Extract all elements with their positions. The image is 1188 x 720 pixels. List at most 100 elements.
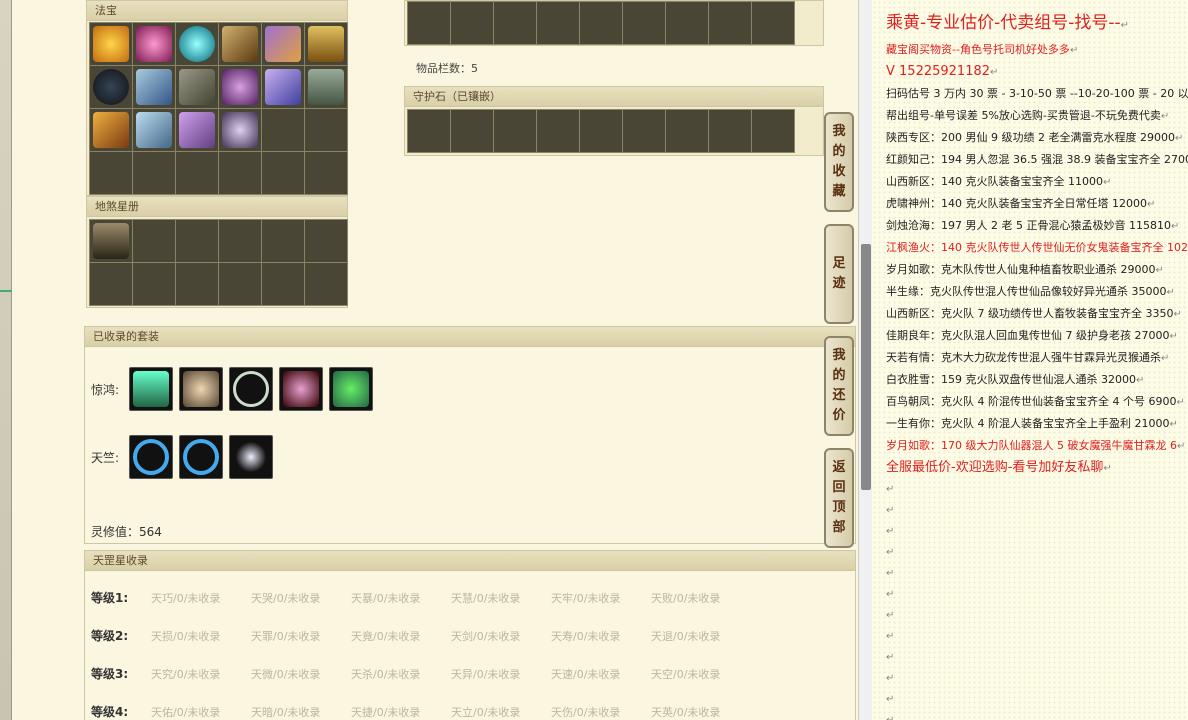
game-panel: 法宝 地煞星册 物品栏数：5 守护石（已镶嵌） 已收录的套装 惊鸿: 天竺: 灵… (12, 0, 858, 720)
seller-listing-line: 半生缘：克火队传世混人传世仙品像较好异光通杀 35000↵ (886, 285, 1175, 298)
tiangang-star-item: 天异/0/未收录 (451, 667, 521, 681)
tiangang-star-item: 天剑/0/未收录 (451, 629, 521, 643)
empty-slot[interactable] (709, 110, 751, 152)
empty-slot[interactable] (219, 152, 261, 194)
empty-slot[interactable] (305, 109, 347, 151)
seller-listing-line: 岁月如歌：170 级大力队仙器混人 5 破女魔强牛魔甘霖龙 6↵ (886, 439, 1186, 452)
fabao-slot[interactable] (133, 23, 175, 65)
empty-slot[interactable] (623, 2, 665, 44)
empty-slot[interactable] (666, 2, 708, 44)
empty-slot[interactable] (494, 2, 536, 44)
empty-slot[interactable] (537, 2, 579, 44)
empty-slot[interactable] (623, 110, 665, 152)
suits-panel: 已收录的套装 惊鸿: 天竺: 灵修值：564 (84, 326, 856, 544)
fabao-slot[interactable] (262, 23, 304, 65)
empty-slot[interactable] (90, 263, 132, 305)
suit-item-icon[interactable] (229, 367, 273, 411)
suit-item-icon[interactable] (179, 367, 223, 411)
suit-item-icon[interactable] (229, 435, 273, 479)
empty-slot[interactable] (133, 220, 175, 262)
empty-slot[interactable] (176, 263, 218, 305)
empty-line-mark: ↵ (886, 631, 895, 642)
empty-slot[interactable] (219, 220, 261, 262)
empty-slot[interactable] (752, 2, 794, 44)
fabao-slot[interactable] (176, 66, 218, 108)
empty-slot[interactable] (305, 263, 347, 305)
bag-count: 物品栏数：5 (416, 62, 478, 75)
empty-slot[interactable] (305, 220, 347, 262)
tab-char: 藏 (832, 184, 846, 199)
fabao-slot[interactable] (90, 66, 132, 108)
dishaxing-slot[interactable] (90, 220, 132, 262)
empty-slot[interactable] (262, 152, 304, 194)
fabao-slot[interactable] (219, 23, 261, 65)
tab-char: 迹 (832, 276, 846, 291)
empty-slot[interactable] (176, 152, 218, 194)
suit-item-icon[interactable] (279, 367, 323, 411)
my-favorites-tab[interactable]: 我 的 收 藏 (824, 112, 854, 212)
tiangang-row: 等级4: 天佑/0/未收录 天暗/0/未收录 天捷/0/未收录 天立/0/未收录 天伤/0… (91, 703, 751, 720)
empty-slot[interactable] (133, 152, 175, 194)
empty-slot[interactable] (219, 263, 261, 305)
suit-label: 天竺: (91, 450, 120, 465)
empty-slot[interactable] (176, 220, 218, 262)
fabao-slot[interactable] (133, 109, 175, 151)
empty-slot[interactable] (709, 2, 751, 44)
empty-slot[interactable] (666, 110, 708, 152)
tiangang-panel: 天罡星收录 等级1: 天巧/0/未收录 天哭/0/未收录 天暴/0/未收录 天慧/0/未… (84, 550, 856, 720)
tab-char: 价 (832, 408, 846, 423)
empty-slot[interactable] (262, 263, 304, 305)
seller-listing-line: 山西新区：克火队 7 级功绩传世人畜牧装备宝宝齐全 3350↵ (886, 307, 1182, 320)
my-counteroffer-tab[interactable]: 我 的 还 价 (824, 336, 854, 436)
fabao-slot[interactable] (90, 109, 132, 151)
empty-slot[interactable] (305, 152, 347, 194)
seller-listing-line: 藏宝阁买物资--角色号托司机好处多多↵ (886, 43, 1079, 56)
empty-slot[interactable] (90, 152, 132, 194)
suit-label: 惊鸿: (91, 382, 120, 397)
tiangang-level-label: 等级4: (91, 705, 129, 719)
fabao-slot[interactable] (219, 66, 261, 108)
empty-slot[interactable] (494, 110, 536, 152)
empty-slot[interactable] (133, 263, 175, 305)
empty-slot[interactable] (752, 110, 794, 152)
footprint-tab[interactable]: 足 迹 (824, 224, 854, 324)
tiangang-star-item: 天暗/0/未收录 (251, 705, 321, 719)
empty-slot[interactable] (408, 110, 450, 152)
fabao-slot[interactable] (262, 66, 304, 108)
tiangang-row: 等级2: 天损/0/未收录 天罪/0/未收录 天竟/0/未收录 天剑/0/未收录 天寿/0… (91, 627, 751, 644)
fabao-slot[interactable] (176, 23, 218, 65)
guardian-title: 守护石（已镶嵌） (405, 87, 823, 107)
empty-slot[interactable] (580, 110, 622, 152)
empty-slot[interactable] (262, 109, 304, 151)
tiangang-star-item: 天究/0/未收录 (151, 667, 221, 681)
empty-line-mark: ↵ (886, 694, 895, 705)
suit-item-icon[interactable] (329, 367, 373, 411)
seller-listing-line: 白衣胜雪：159 克火队双盘传世仙混人通杀 32000↵ (886, 373, 1145, 386)
suit-item-icon[interactable] (129, 367, 173, 411)
tiangang-star-item: 天寿/0/未收录 (551, 629, 621, 643)
empty-slot[interactable] (262, 220, 304, 262)
empty-line-mark: ↵ (886, 568, 895, 579)
fabao-slot[interactable] (90, 23, 132, 65)
fabao-slot[interactable] (176, 109, 218, 151)
suit-item-icon[interactable] (179, 435, 223, 479)
scrollbar-thumb[interactable] (861, 244, 871, 490)
empty-slot[interactable] (408, 2, 450, 44)
back-to-top-tab[interactable]: 返 回 顶 部 (824, 448, 854, 548)
seller-listing-line: 虎啸神州：140 克火队装备宝宝齐全日常任塔 12000↵ (886, 197, 1156, 210)
seller-listing-line: 江枫渔火：140 克火队传世人传世仙无价女鬼装备宝齐全 102↵ (886, 241, 1188, 254)
edge-marker (0, 290, 12, 292)
empty-slot[interactable] (580, 2, 622, 44)
seller-text-panel: 乘黄-专业估价-代卖组号-找号--↵ 藏宝阁买物资--角色号托司机好处多多↵ V … (872, 0, 1188, 720)
page-scrollbar[interactable] (858, 0, 872, 720)
fabao-slot[interactable] (305, 66, 347, 108)
empty-slot[interactable] (537, 110, 579, 152)
fabao-slot[interactable] (133, 66, 175, 108)
empty-slot[interactable] (451, 2, 493, 44)
seller-listing-line: 帮出组号-单号误差 5%放心选购-买贵管退-不玩免费代卖↵ (886, 109, 1170, 122)
fabao-slot[interactable] (219, 109, 261, 151)
empty-slot[interactable] (451, 110, 493, 152)
suit-item-icon[interactable] (129, 435, 173, 479)
guardian-panel: 守护石（已镶嵌） (404, 86, 824, 156)
fabao-slot[interactable] (305, 23, 347, 65)
